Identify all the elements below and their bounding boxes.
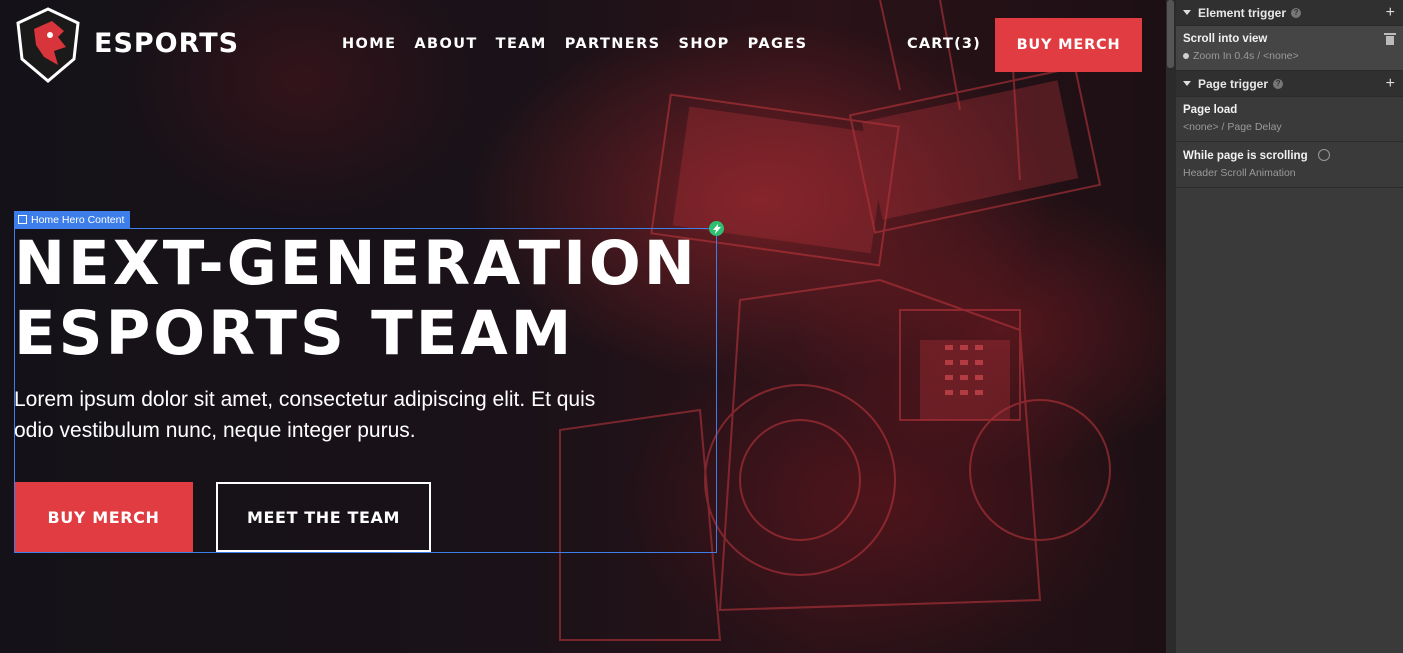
main-menu: HOME ABOUT TEAM PARTNERS SHOP PAGES <box>342 36 825 52</box>
page-trigger-title: Page trigger <box>1198 76 1269 91</box>
nav-buy-merch-button[interactable]: BUY MERCH <box>995 18 1142 72</box>
trigger-page-scrolling[interactable]: While page is scrolling Header Scroll An… <box>1176 142 1403 188</box>
element-trigger-header[interactable]: Element trigger ? + <box>1176 0 1403 26</box>
selection-outline[interactable] <box>14 228 717 553</box>
element-trigger-title: Element trigger <box>1198 5 1287 20</box>
trigger-subtitle: <none> / Page Delay <box>1183 121 1282 133</box>
trigger-subtitle-text: Zoom In 0.4s / <none> <box>1193 50 1299 62</box>
trigger-title: Page load <box>1183 104 1238 116</box>
interaction-bolt-icon[interactable] <box>709 221 724 236</box>
page-trigger-header[interactable]: Page trigger ? + <box>1176 71 1403 97</box>
sync-icon <box>1317 149 1330 161</box>
nav-home[interactable]: HOME <box>342 36 396 52</box>
nav-pages[interactable]: PAGES <box>748 36 808 52</box>
website-canvas: ESPORTS HOME ABOUT TEAM PARTNERS SHOP PA… <box>0 0 1166 653</box>
help-icon[interactable]: ? <box>1273 78 1284 89</box>
caret-down-icon[interactable] <box>1183 81 1191 86</box>
trigger-title-text: While page is scrolling <box>1183 150 1308 162</box>
status-dot-icon <box>1183 53 1189 59</box>
cart-link[interactable]: CART(3) <box>907 36 981 52</box>
trigger-subtitle: Header Scroll Animation <box>1183 167 1296 179</box>
trigger-page-load[interactable]: Page load <none> / Page Delay <box>1176 97 1403 142</box>
trigger-title: Scroll into view <box>1183 33 1268 45</box>
interactions-panel: Element trigger ? + Scroll into view Zoo… <box>1176 0 1403 653</box>
canvas-scrollbar[interactable] <box>1166 0 1176 653</box>
top-navigation: ESPORTS HOME ABOUT TEAM PARTNERS SHOP PA… <box>0 0 1166 90</box>
help-icon[interactable]: ? <box>1291 7 1302 18</box>
trigger-scroll-into-view[interactable]: Scroll into view Zoom In 0.4s / <none> <box>1176 26 1403 71</box>
trash-icon[interactable] <box>1384 33 1396 45</box>
selection-label-text: Home Hero Content <box>31 213 125 226</box>
add-page-trigger-icon[interactable]: + <box>1386 75 1395 93</box>
nav-shop[interactable]: SHOP <box>679 36 730 52</box>
brand-name[interactable]: ESPORTS <box>94 28 239 59</box>
nav-partners[interactable]: PARTNERS <box>565 36 661 52</box>
element-box-icon <box>18 215 27 224</box>
canvas-scrollbar-thumb[interactable] <box>1167 0 1174 68</box>
add-element-trigger-icon[interactable]: + <box>1386 4 1395 22</box>
trigger-title: While page is scrolling <box>1183 149 1396 162</box>
trigger-subtitle: Zoom In 0.4s / <none> <box>1183 50 1396 62</box>
nav-team[interactable]: TEAM <box>496 36 547 52</box>
nav-about[interactable]: ABOUT <box>414 36 477 52</box>
dragon-logo-icon[interactable] <box>14 7 82 83</box>
selection-label[interactable]: Home Hero Content <box>14 211 131 228</box>
caret-down-icon[interactable] <box>1183 10 1191 15</box>
